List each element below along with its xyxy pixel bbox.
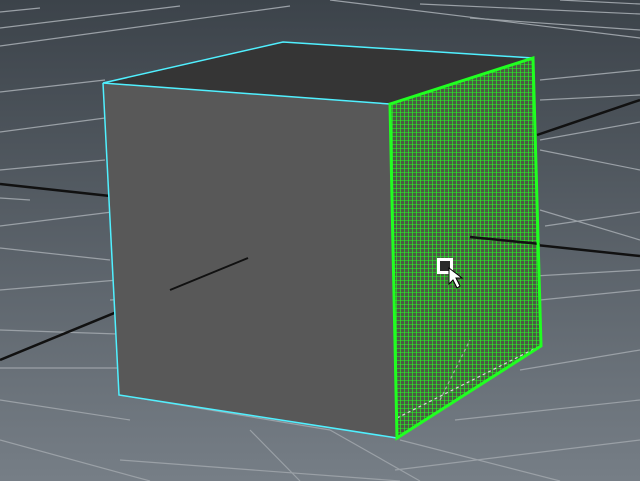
cube-front-face[interactable] [103, 83, 397, 438]
viewport-scene[interactable] [0, 0, 640, 481]
3d-viewport[interactable] [0, 0, 640, 481]
cube-object[interactable] [102, 41, 543, 441]
